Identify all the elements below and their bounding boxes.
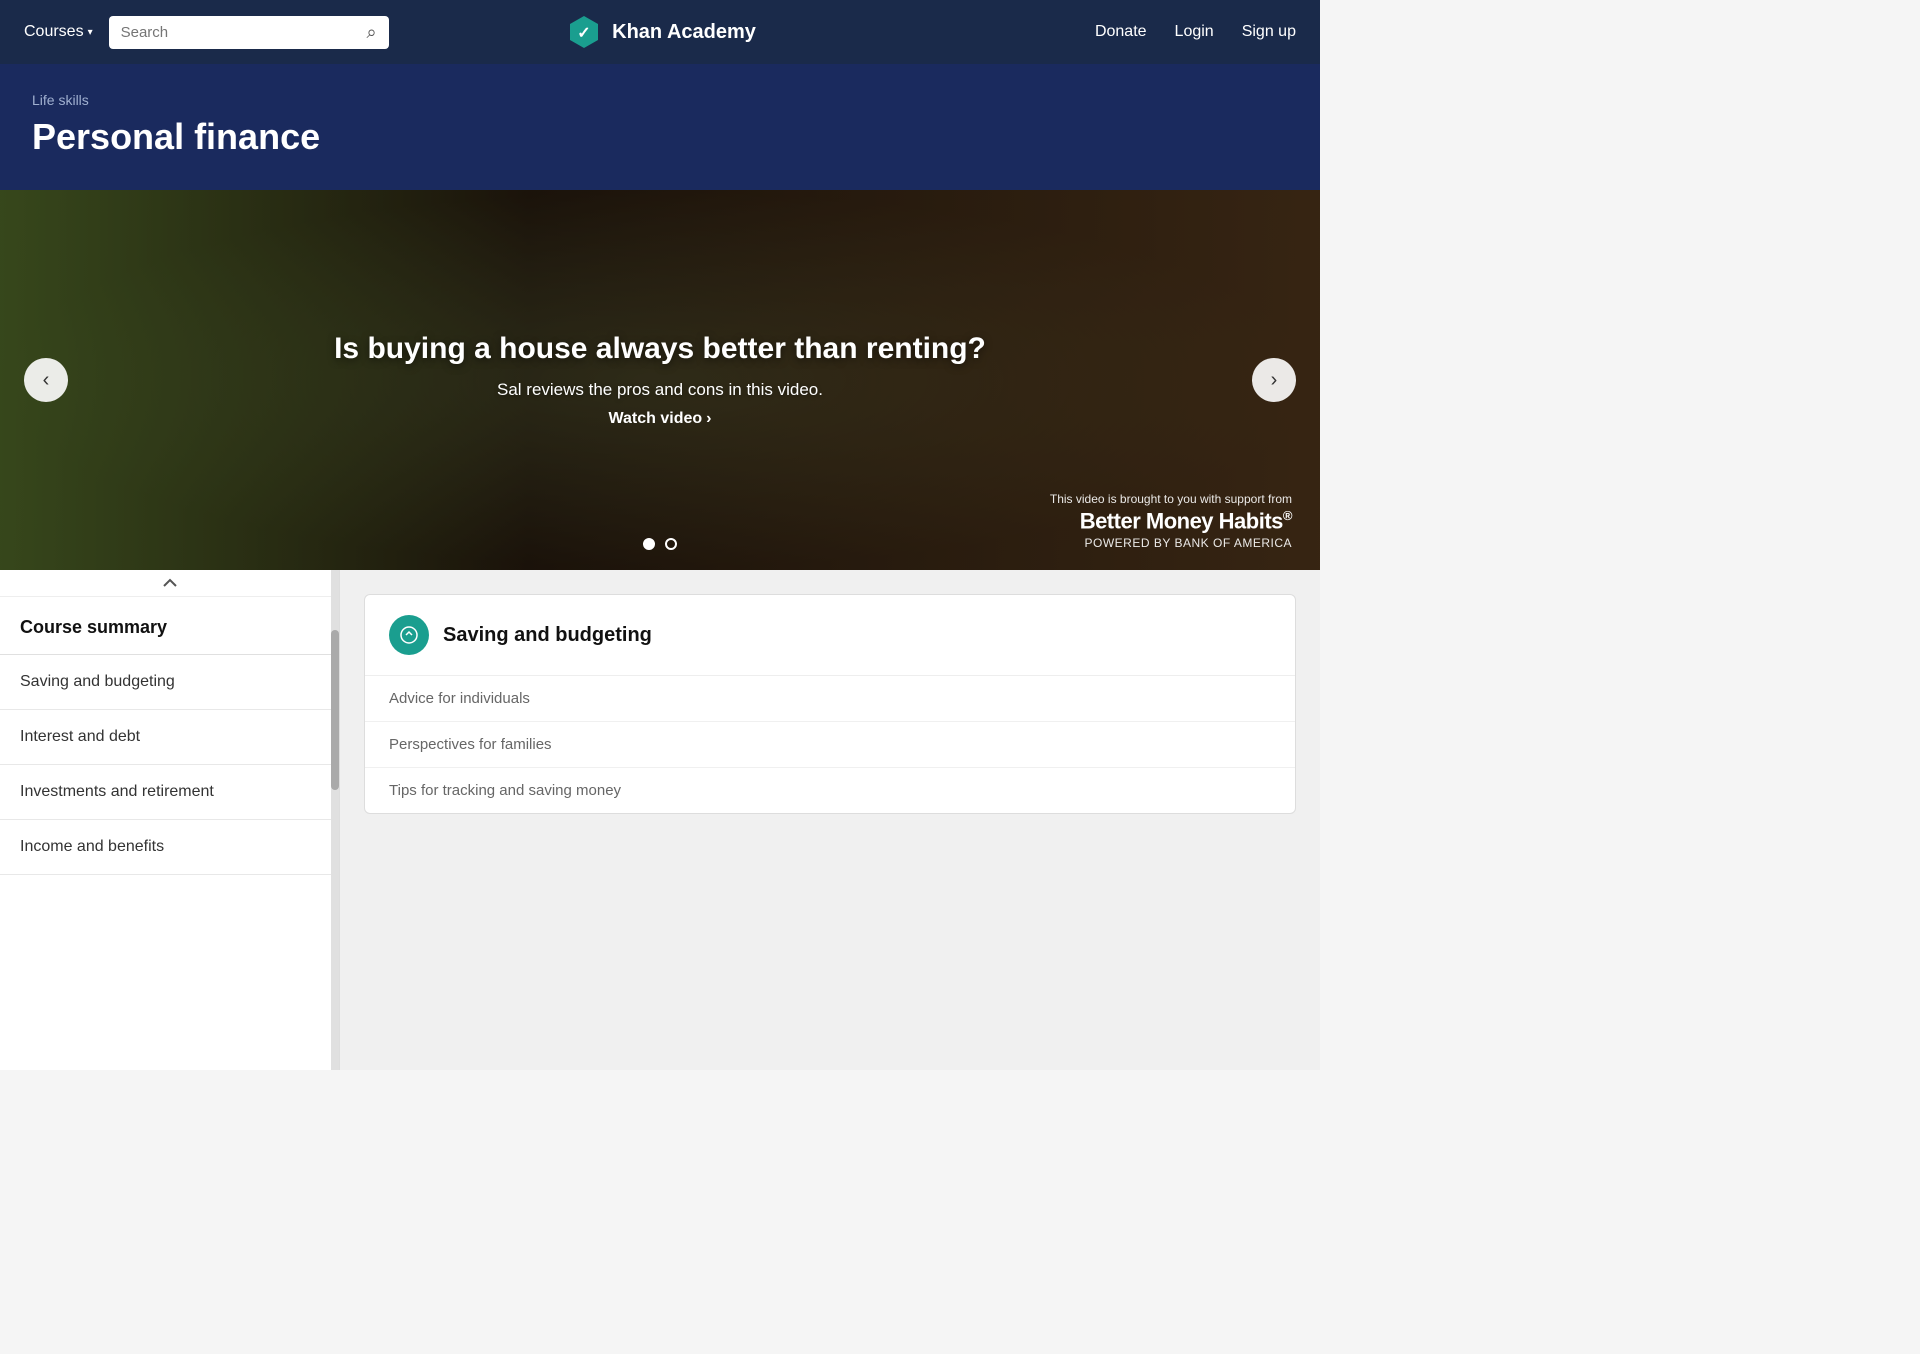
sidebar-items-list: Saving and budgeting Interest and debt I… — [0, 655, 339, 875]
section-icon — [389, 615, 429, 655]
sponsor-name: Better Money Habits® — [1050, 508, 1292, 534]
sponsor-powered: Powered by BANK OF AMERICA — [1050, 536, 1292, 550]
watch-video-link[interactable]: Watch video › — [609, 410, 712, 428]
sidebar-scrollbar[interactable] — [331, 570, 339, 1070]
sidebar-item-investments[interactable]: Investments and retirement — [0, 765, 339, 820]
nav-links: Donate Login Sign up — [1095, 23, 1296, 41]
carousel-dot-2[interactable] — [665, 538, 677, 550]
sidebar-scroll-up-button[interactable] — [0, 570, 339, 597]
course-header: Life skills Personal finance — [0, 64, 1320, 190]
courses-button[interactable]: Courses ▾ — [24, 23, 93, 41]
carousel-dot-1[interactable] — [643, 538, 655, 550]
saving-budgeting-card: Saving and budgeting Advice for individu… — [364, 594, 1296, 814]
carousel-prev-button[interactable]: ‹ — [24, 358, 68, 402]
sponsor-name-text: Better Money Habits — [1080, 508, 1283, 533]
site-logo[interactable]: ✓ Khan Academy — [566, 14, 756, 50]
site-name: Khan Academy — [612, 21, 756, 44]
sponsor-intro-text: This video is brought to you with suppor… — [1050, 492, 1292, 506]
navbar: Courses ▾ ⌕ ✓ Khan Academy Donate Login … — [0, 0, 1320, 64]
search-bar: ⌕ — [109, 16, 389, 49]
sidebar-item-income[interactable]: Income and benefits — [0, 820, 339, 875]
main-body: Course summary Saving and budgeting Inte… — [0, 570, 1320, 1070]
content-area: Saving and budgeting Advice for individu… — [340, 570, 1320, 1070]
featured-carousel: Is buying a house always better than ren… — [0, 190, 1320, 570]
section-link-advice[interactable]: Advice for individuals — [365, 676, 1295, 722]
page-title: Personal finance — [32, 116, 1288, 158]
search-icon: ⌕ — [367, 22, 377, 43]
watch-video-label: Watch video — [609, 410, 703, 428]
courses-label: Courses — [24, 23, 84, 41]
piggy-bank-icon — [399, 625, 419, 645]
section-link-tips[interactable]: Tips for tracking and saving money — [365, 768, 1295, 813]
khan-academy-logo-icon: ✓ — [566, 14, 602, 50]
section-links-list: Advice for individuals Perspectives for … — [365, 676, 1295, 813]
carousel-heading: Is buying a house always better than ren… — [334, 332, 986, 366]
sidebar-scrollbar-thumb — [331, 630, 339, 790]
carousel-content: Is buying a house always better than ren… — [334, 332, 986, 428]
section-link-perspectives[interactable]: Perspectives for families — [365, 722, 1295, 768]
courses-chevron-icon: ▾ — [88, 27, 93, 38]
chevron-up-icon — [162, 578, 178, 588]
carousel-subtext: Sal reviews the pros and cons in this vi… — [334, 380, 986, 400]
donate-link[interactable]: Donate — [1095, 23, 1147, 41]
login-link[interactable]: Login — [1175, 23, 1214, 41]
carousel-dots — [643, 538, 677, 550]
arrow-icon: › — [706, 410, 711, 428]
sponsor-reg: ® — [1283, 508, 1292, 523]
sidebar-item-interest[interactable]: Interest and debt — [0, 710, 339, 765]
sponsor-badge: This video is brought to you with suppor… — [1050, 492, 1292, 550]
section-card-header: Saving and budgeting — [365, 595, 1295, 676]
search-input[interactable] — [121, 24, 359, 41]
signup-link[interactable]: Sign up — [1242, 23, 1296, 41]
breadcrumb: Life skills — [32, 92, 1288, 108]
carousel-next-button[interactable]: › — [1252, 358, 1296, 402]
sidebar-title: Course summary — [0, 597, 339, 655]
sidebar: Course summary Saving and budgeting Inte… — [0, 570, 340, 1070]
svg-text:✓: ✓ — [577, 25, 590, 42]
section-title: Saving and budgeting — [443, 624, 652, 647]
sidebar-item-saving[interactable]: Saving and budgeting — [0, 655, 339, 710]
